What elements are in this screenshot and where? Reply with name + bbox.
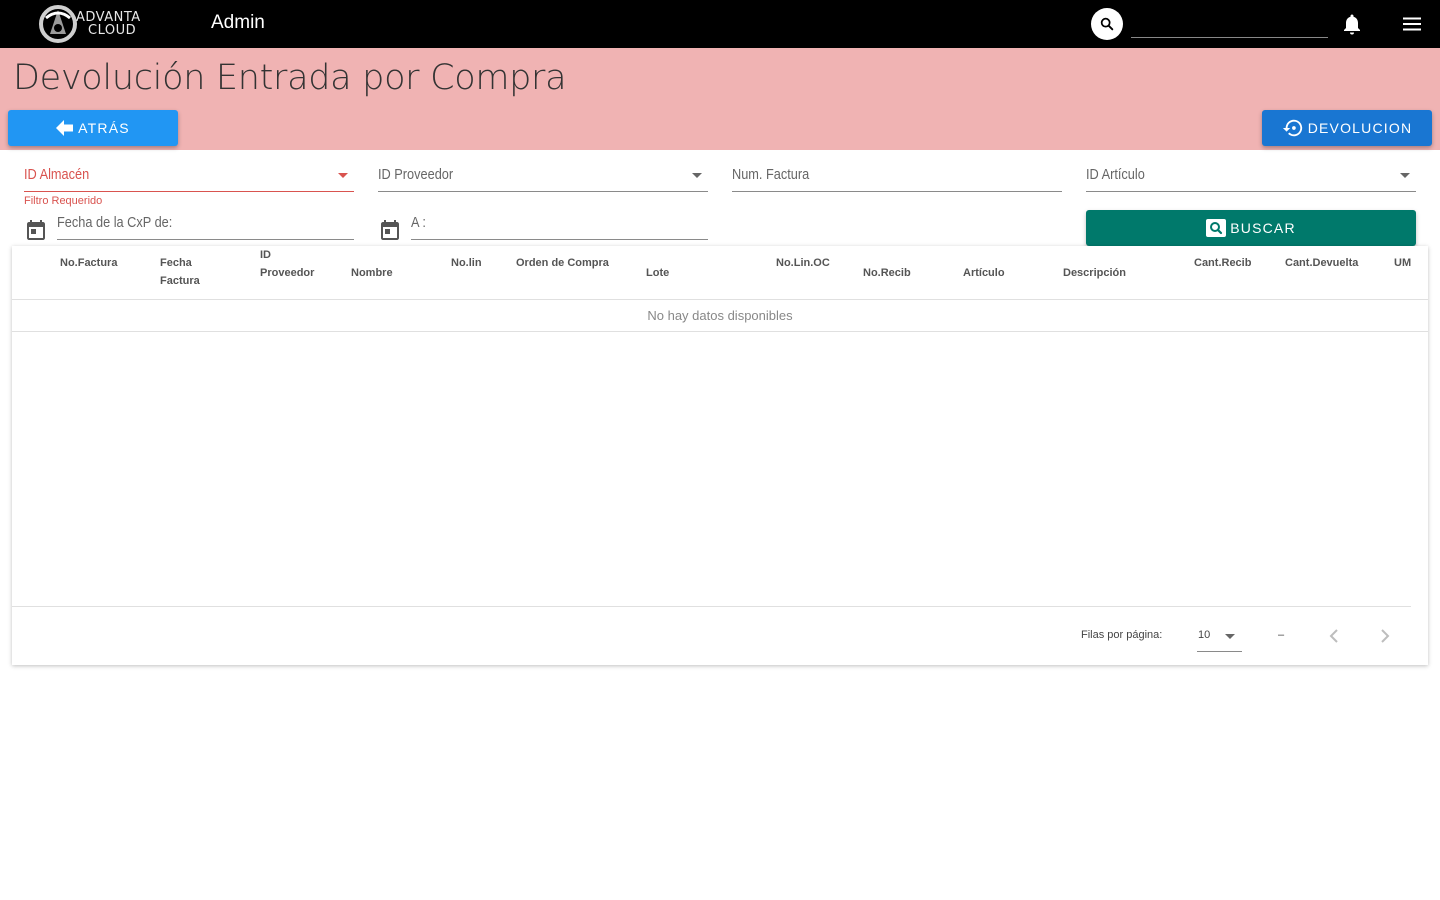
articulo-select[interactable]: ID Artículo [1086, 160, 1416, 192]
almacen-error-message: Filtro Requerido [24, 195, 103, 207]
column-header-line: ID [260, 249, 271, 261]
chevron-down-icon [338, 173, 348, 178]
chevron-left-icon[interactable] [1322, 624, 1346, 648]
back-button[interactable]: ATRÁS [8, 110, 178, 146]
calendar-icon[interactable] [378, 218, 402, 242]
column-header-orden-compra[interactable]: Orden de Compra [516, 254, 609, 272]
rows-per-page-value: 10 [1198, 629, 1211, 641]
column-header-no-lin-oc[interactable]: No.Lin.OC [776, 254, 830, 272]
search-box-icon [1206, 219, 1227, 237]
advanta-cloud-logo[interactable]: ADVANTA CLOUD [36, 4, 158, 44]
page-title: Devolución Entrada por Compra [13, 58, 567, 98]
column-header-line: Factura [160, 275, 200, 287]
chevron-down-icon [1225, 634, 1235, 639]
top-app-bar: ADVANTA CLOUD Admin [0, 0, 1440, 48]
column-header-lote[interactable]: Lote [646, 264, 669, 282]
column-header-no-factura[interactable]: No.Factura [60, 254, 117, 272]
restore-icon [1282, 119, 1302, 137]
menu-icon[interactable] [1400, 12, 1424, 36]
devolucion-button-label: DEVOLUCION [1307, 120, 1413, 136]
buscar-button[interactable]: BUSCAR [1086, 210, 1416, 246]
back-button-label: ATRÁS [78, 120, 130, 136]
column-header-line: Fecha [160, 257, 192, 269]
column-header-line: Proveedor [260, 267, 315, 279]
rows-per-page-select[interactable]: 10 [1197, 622, 1242, 652]
chevron-down-icon [692, 173, 702, 178]
data-table: No.Factura Fecha Factura ID Proveedor No… [12, 246, 1428, 665]
factura-input[interactable]: Num. Factura [732, 160, 1062, 192]
logo-text: ADVANTA CLOUD [76, 11, 141, 37]
fecha-a-input[interactable]: A : [411, 208, 708, 240]
column-header-articulo[interactable]: Artículo [963, 264, 1005, 282]
column-header-no-recib[interactable]: No.Recib [863, 264, 911, 282]
column-header-cant-devuelta[interactable]: Cant.Devuelta [1285, 254, 1358, 272]
column-header-no-lin[interactable]: No.lin [451, 254, 482, 272]
search-icon [1100, 17, 1114, 31]
calendar-icon[interactable] [24, 218, 48, 242]
factura-label: Num. Factura [732, 166, 810, 183]
table-header: No.Factura Fecha Factura ID Proveedor No… [12, 246, 1428, 300]
fecha-de-label: Fecha de la CxP de: [57, 214, 173, 231]
column-header-um[interactable]: UM [1394, 254, 1411, 272]
pagination-range: – [1278, 629, 1285, 641]
devolucion-button[interactable]: DEVOLUCION [1262, 110, 1432, 146]
proveedor-select[interactable]: ID Proveedor [378, 160, 708, 192]
fecha-de-input[interactable]: Fecha de la CxP de: [57, 208, 354, 240]
column-header-descripcion[interactable]: Descripción [1063, 264, 1126, 282]
chevron-down-icon [1400, 173, 1410, 178]
almacen-select[interactable]: ID Almacén [24, 160, 354, 192]
chevron-right-icon[interactable] [1373, 624, 1397, 648]
buscar-button-label: BUSCAR [1230, 220, 1296, 236]
app-title: Admin [211, 12, 265, 33]
almacen-label: ID Almacén [24, 166, 90, 183]
empty-state-row: No hay datos disponibles [12, 300, 1428, 332]
fecha-a-label: A : [411, 214, 426, 231]
search-button[interactable] [1091, 8, 1123, 40]
search-input[interactable] [1131, 10, 1328, 38]
column-header-nombre[interactable]: Nombre [351, 264, 393, 282]
rows-per-page-label: Filas por página: [1081, 629, 1163, 641]
logo-line-2: CLOUD [88, 23, 137, 38]
column-header-cant-recib[interactable]: Cant.Recib [1194, 254, 1251, 272]
column-header-fecha-factura[interactable]: Fecha Factura [160, 254, 200, 290]
bell-icon[interactable] [1340, 12, 1364, 36]
proveedor-label: ID Proveedor [378, 166, 454, 183]
column-header-id-proveedor[interactable]: ID Proveedor [260, 246, 314, 282]
divider [12, 606, 1411, 607]
arrow-left-icon [56, 120, 74, 136]
logo-mark-icon [39, 5, 77, 43]
articulo-label: ID Artículo [1086, 166, 1145, 183]
